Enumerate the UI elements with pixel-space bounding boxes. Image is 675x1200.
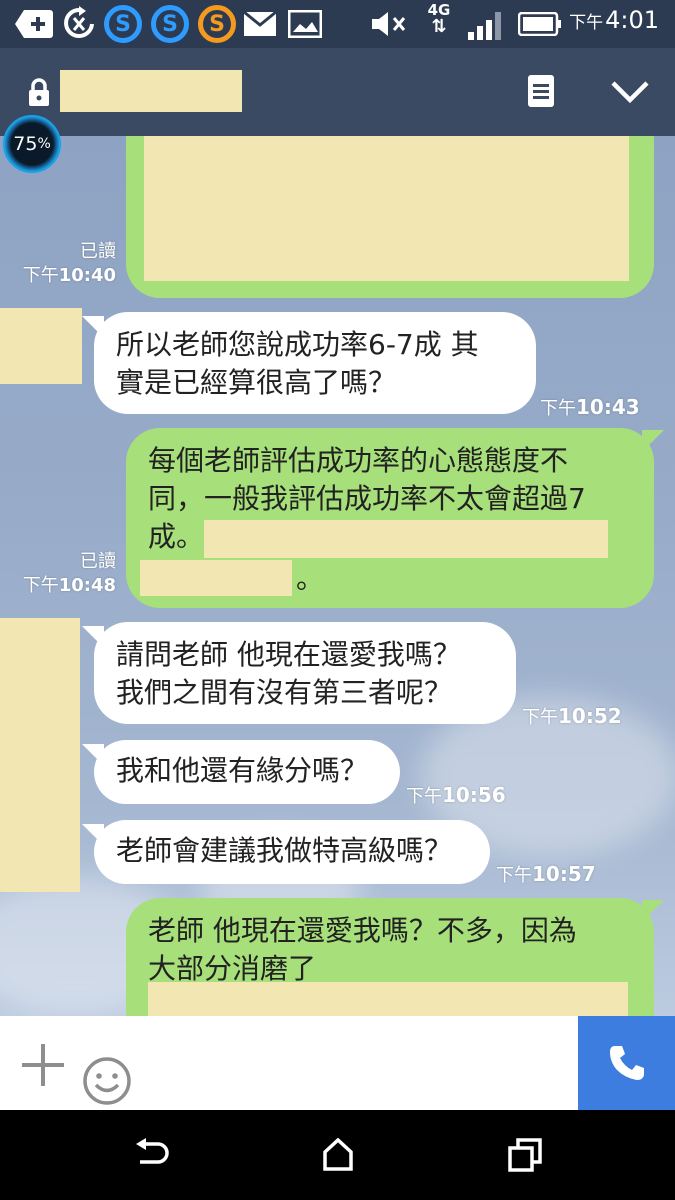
message-meta: 已讀 下午10:40 [12,240,116,288]
emoji-icon[interactable] [82,1056,132,1106]
battery-icon [518,12,561,36]
plus-icon[interactable] [20,1042,66,1088]
image-icon [288,10,322,38]
message-meta: 已讀 下午10:48 [12,550,116,598]
message-bubble[interactable]: 請問老師 他現在還愛我嗎？ 我們之間有沒有第三者呢？ [94,622,516,724]
recents-icon[interactable] [508,1138,542,1172]
avatar-redacted [0,618,80,892]
message-text: 同，一般我評估成功率不太會超過7 [148,482,586,515]
message-text: 老師會建議我做特高級嗎？ [116,834,453,867]
redacted-content [140,560,292,596]
s-app-icon: S [198,5,236,43]
phone-icon [609,1046,644,1080]
message-text: 老師 他現在還愛我嗎？不多，因為 [148,914,577,947]
s-app-icon: S [151,5,189,43]
mute-icon [372,12,406,36]
message-text: 請問老師 他現在還愛我嗎？ [116,638,461,671]
timestamp: 下午10:57 [496,862,596,886]
message-bubble[interactable]: 所以老師您說成功率6-7成 其 實是已經算很高了嗎？ [94,312,536,414]
timestamp: 下午10:43 [540,395,640,419]
redacted-content [148,982,628,1016]
badge-value: 75 [13,133,38,155]
call-button[interactable] [578,1016,675,1110]
message-text: 所以老師您說成功率6-7成 其 [116,328,479,361]
signal-icon [468,12,501,40]
sync-icon [64,6,94,38]
time-period: 下午 [22,265,59,286]
back-icon[interactable] [134,1138,170,1172]
chevron-down-icon[interactable] [610,80,650,104]
read-receipt: 已讀 [80,551,116,572]
timestamp: 10:40 [58,265,116,286]
s-app-icon: S [104,5,142,43]
input-bar [0,1016,675,1110]
avatar-redacted [0,308,82,384]
lock-icon [29,78,49,106]
status-clock: 下午4:01 [569,6,659,34]
4g-icon: 4G ⇅ [427,1,451,37]
notes-icon[interactable] [527,74,555,108]
message-text: 每個老師評估成功率的心態態度不 [148,444,569,477]
mail-icon [244,12,276,36]
timestamp: 下午10:56 [406,783,506,807]
navigation-bar [0,1110,675,1200]
clock-period: 下午 [569,13,604,33]
home-icon[interactable] [322,1138,354,1172]
clock-time: 4:01 [605,6,659,34]
redacted-content [204,520,608,558]
message-bubble[interactable]: 老師會建議我做特高級嗎？ [94,820,490,884]
chat-area[interactable]: 已讀 下午10:40 所以老師您說成功率6-7成 其 實是已經算很高了嗎？ 下午… [0,136,675,1016]
read-receipt: 已讀 [80,241,116,262]
timestamp: 下午10:52 [522,704,622,728]
timestamp: 10:48 [58,575,116,596]
redacted-content [144,136,629,281]
chat-header [0,48,675,136]
status-bar: S S S 4G ⇅ 下午4:01 [0,0,675,48]
message-text: 。 [296,562,325,595]
message-text: 實是已經算很高了嗎？ [116,366,397,399]
contact-name-redacted [60,70,242,112]
badge-unit: % [37,136,51,152]
message-bubble[interactable]: 我和他還有緣分嗎？ [94,740,400,804]
add-box-icon [15,10,53,38]
message-text: 我們之間有沒有第三者呢？ [116,676,453,709]
message-text: 我和他還有緣分嗎？ [116,754,369,787]
progress-badge[interactable]: 75% [3,115,61,173]
time-period: 下午 [22,575,59,596]
